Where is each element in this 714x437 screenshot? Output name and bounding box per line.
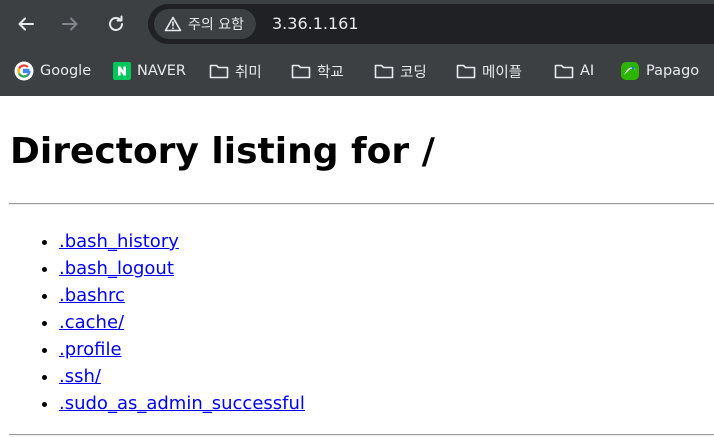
file-link[interactable]: .profile <box>59 339 122 360</box>
page-title: Directory listing for / <box>10 131 435 172</box>
bookmark-label: Google <box>40 63 92 79</box>
list-item: .cache/ <box>59 309 305 336</box>
directory-list: .bash_history .bash_logout .bashrc .cach… <box>0 228 305 417</box>
url-text[interactable]: 3.36.1.161 <box>272 14 359 34</box>
file-link[interactable]: .sudo_as_admin_successful <box>59 393 305 414</box>
bookmark-papago[interactable]: Papago <box>620 60 699 82</box>
warning-icon <box>164 16 182 32</box>
bookmark-label: NAVER <box>137 63 186 79</box>
forward-arrow-icon <box>62 17 78 31</box>
google-icon <box>14 61 34 81</box>
bookmark-label: 코딩 <box>400 64 427 81</box>
folder-icon <box>291 64 311 79</box>
list-item: .sudo_as_admin_successful <box>59 390 305 417</box>
bookmark-folder-coding[interactable]: 코딩 <box>374 60 427 82</box>
bookmarks-bar: Google NAVER 취미 학교 코딩 메이플 AI Papago <box>0 54 714 88</box>
back-arrow-icon <box>18 17 34 31</box>
folder-link[interactable]: .ssh/ <box>59 366 101 387</box>
back-button[interactable] <box>10 8 42 40</box>
security-label: 주의 요함 <box>188 17 244 33</box>
file-link[interactable]: .bashrc <box>59 285 125 306</box>
bookmark-label: Papago <box>646 63 700 79</box>
folder-icon <box>456 64 476 79</box>
bookmark-folder-school[interactable]: 학교 <box>291 60 344 82</box>
bookmark-folder-hobby[interactable]: 취미 <box>209 60 262 82</box>
folder-icon <box>374 64 394 79</box>
reload-button[interactable] <box>100 8 132 40</box>
folder-link[interactable]: .cache/ <box>59 312 124 333</box>
bookmark-label: 메이플 <box>482 64 523 81</box>
list-item: .bashrc <box>59 282 305 309</box>
bookmark-label: 취미 <box>235 64 262 81</box>
bookmark-folder-maple[interactable]: 메이플 <box>456 60 522 82</box>
address-bar[interactable]: 주의 요함 3.36.1.161 <box>148 4 714 44</box>
bottom-divider <box>9 434 714 436</box>
top-divider <box>9 203 714 205</box>
bookmark-naver[interactable]: NAVER <box>113 60 186 82</box>
page-content: Directory listing for / .bash_history .b… <box>0 96 714 437</box>
list-item: .ssh/ <box>59 363 305 390</box>
folder-icon <box>554 64 574 79</box>
list-item: .bash_logout <box>59 255 305 282</box>
bookmark-label: AI <box>580 63 595 79</box>
file-link[interactable]: .bash_history <box>59 231 179 252</box>
bookmark-google[interactable]: Google <box>14 60 91 82</box>
browser-toolbar: 주의 요함 3.36.1.161 <box>0 0 714 48</box>
bookmark-label: 학교 <box>317 64 344 81</box>
naver-icon <box>113 62 131 80</box>
file-link[interactable]: .bash_logout <box>59 258 174 279</box>
folder-icon <box>209 64 229 79</box>
forward-button[interactable] <box>54 8 86 40</box>
browser-chrome: 주의 요함 3.36.1.161 Google NAVER 취미 학교 코딩 메… <box>0 0 714 96</box>
papago-icon <box>621 62 639 80</box>
list-item: .profile <box>59 336 305 363</box>
bookmark-folder-ai[interactable]: AI <box>554 60 594 82</box>
security-chip[interactable]: 주의 요함 <box>154 9 256 39</box>
reload-icon <box>109 15 123 31</box>
list-item: .bash_history <box>59 228 305 255</box>
